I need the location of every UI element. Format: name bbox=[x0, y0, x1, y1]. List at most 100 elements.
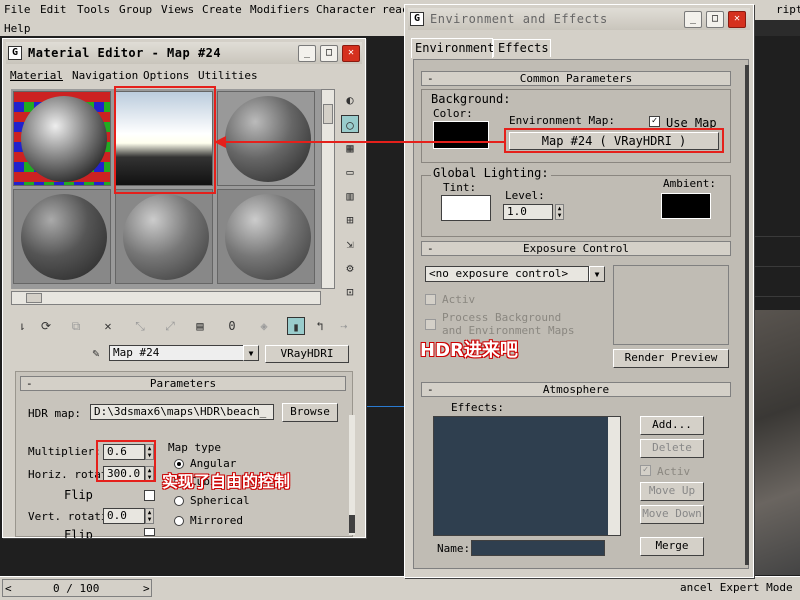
menu-tools[interactable]: Tools bbox=[77, 3, 110, 16]
menu-character[interactable]: Character bbox=[316, 3, 376, 16]
common-parameters-title: Common Parameters bbox=[519, 72, 633, 85]
material-editor-titlebar[interactable]: G Material Editor - Map #24 _ □ ✕ bbox=[6, 42, 362, 64]
effects-list-scrollbar[interactable] bbox=[608, 417, 620, 535]
env-effects-title: Environment and Effects bbox=[430, 12, 608, 26]
add-effect-button[interactable]: Add... bbox=[640, 416, 704, 435]
sample-uv-tiling-icon[interactable]: ▭ bbox=[341, 163, 359, 181]
level-field[interactable]: 1.0 bbox=[503, 204, 553, 220]
scroll-thumb-h[interactable] bbox=[26, 293, 42, 303]
put-material-icon[interactable]: ⟳ bbox=[37, 317, 55, 335]
exposure-dropdown-arrow-icon[interactable]: ▼ bbox=[589, 266, 605, 282]
time-slider[interactable]: < 0 / 100 > bbox=[2, 579, 152, 597]
map-type-spherical-radio[interactable] bbox=[174, 496, 184, 506]
merge-button[interactable]: Merge bbox=[640, 537, 704, 556]
flip-vertical-label: Flip bbox=[64, 528, 93, 538]
sample-horizontal-scrollbar[interactable] bbox=[11, 291, 321, 305]
env-effects-titlebar[interactable]: G Environment and Effects _ □ ✕ bbox=[408, 8, 750, 30]
time-slider-right-icon[interactable]: > bbox=[143, 582, 150, 595]
menu-navigation[interactable]: Navigation bbox=[72, 69, 138, 82]
ambient-color-swatch[interactable] bbox=[661, 193, 711, 219]
minimize-icon[interactable]: _ bbox=[298, 45, 316, 62]
go-forward-sibling-icon[interactable]: ⇢ bbox=[335, 317, 353, 335]
sample-slot-1[interactable] bbox=[13, 91, 111, 186]
reset-map-icon[interactable]: ✕ bbox=[99, 317, 117, 335]
use-map-checkbox[interactable]: ✓ bbox=[649, 116, 660, 127]
menu-views[interactable]: Views bbox=[161, 3, 194, 16]
make-unique-icon[interactable]: ⤢ bbox=[161, 317, 179, 335]
move-up-button[interactable]: Move Up bbox=[640, 482, 704, 501]
env-panel-scrollbar[interactable] bbox=[745, 65, 749, 565]
go-to-parent-icon[interactable]: ↰ bbox=[311, 317, 329, 335]
map-name-field[interactable]: Map #24 bbox=[109, 345, 259, 361]
atmosphere-title: Atmosphere bbox=[542, 383, 610, 396]
exposure-preview bbox=[613, 265, 729, 345]
map-type-mirrored-radio[interactable] bbox=[174, 516, 184, 526]
make-preview-icon[interactable]: ⊞ bbox=[341, 211, 359, 229]
menu-options[interactable]: Options bbox=[143, 69, 189, 82]
vert-rotation-spinner[interactable]: ▲ ▼ bbox=[145, 508, 154, 524]
tint-color-swatch[interactable] bbox=[441, 195, 491, 221]
menu-file[interactable]: File bbox=[4, 3, 31, 16]
sample-type-icon[interactable]: ◐ bbox=[341, 91, 359, 109]
sample-slot-4[interactable] bbox=[13, 189, 111, 284]
flip-horizontal-label: Flip bbox=[64, 488, 93, 502]
flip-horizontal-checkbox[interactable] bbox=[144, 490, 155, 501]
common-parameters-header[interactable]: - Common Parameters bbox=[421, 71, 731, 86]
level-spinner[interactable]: ▲ ▼ bbox=[555, 204, 564, 220]
make-copy-icon[interactable]: ⤡ bbox=[131, 317, 149, 335]
vert-rotation-field[interactable]: 0.0 bbox=[103, 508, 145, 524]
menu-edit[interactable]: Edit bbox=[40, 3, 67, 16]
sample-slot-5[interactable] bbox=[115, 189, 213, 284]
minimize-icon[interactable]: _ bbox=[684, 11, 702, 28]
render-preview-button[interactable]: Render Preview bbox=[613, 349, 729, 368]
material-map-navigator-icon[interactable]: ⊡ bbox=[341, 283, 359, 301]
menu-maxscript[interactable]: ript bbox=[776, 3, 800, 16]
select-by-material-icon[interactable]: ⚙ bbox=[341, 259, 359, 277]
menu-help[interactable]: Help bbox=[4, 22, 31, 35]
show-end-result-icon[interactable]: ▮ bbox=[287, 317, 305, 335]
tab-environment[interactable]: Environment bbox=[411, 38, 494, 58]
maximize-icon[interactable]: □ bbox=[320, 45, 338, 62]
parameters-scrollbar[interactable] bbox=[349, 415, 355, 535]
sample-slot-6[interactable] bbox=[217, 189, 315, 284]
effects-list[interactable] bbox=[433, 416, 621, 536]
sample-vertical-scrollbar[interactable] bbox=[321, 89, 335, 289]
menu-material[interactable]: Material bbox=[10, 69, 63, 82]
hdr-map-path-field[interactable]: D:\3dsmax6\maps\HDR\beach_ bbox=[90, 404, 274, 420]
material-editor-menubar: Material Navigation Options Utilities bbox=[6, 67, 362, 85]
move-down-button[interactable]: Move Down bbox=[640, 505, 704, 524]
atmosphere-header[interactable]: - Atmosphere bbox=[421, 382, 731, 397]
time-slider-left-icon[interactable]: < bbox=[5, 582, 12, 595]
maximize-icon[interactable]: □ bbox=[706, 11, 724, 28]
close-icon[interactable]: ✕ bbox=[728, 11, 746, 28]
parameters-rollout-header[interactable]: - Parameters bbox=[20, 376, 346, 391]
map-type-button[interactable]: VRayHDRI bbox=[265, 345, 349, 363]
level-label: Level: bbox=[505, 189, 545, 202]
map-name-dropdown-icon[interactable]: ▼ bbox=[243, 345, 259, 361]
effect-name-field[interactable] bbox=[471, 540, 605, 556]
get-material-icon[interactable]: ⇂ bbox=[13, 317, 31, 335]
options-icon[interactable]: ⇲ bbox=[341, 235, 359, 253]
menu-create[interactable]: Create bbox=[202, 3, 242, 16]
exposure-control-dropdown[interactable]: <no exposure control> bbox=[425, 266, 589, 282]
assign-material-icon[interactable]: ⧉ bbox=[67, 317, 85, 335]
delete-effect-button[interactable]: Delete bbox=[640, 439, 704, 458]
close-icon[interactable]: ✕ bbox=[342, 45, 360, 62]
menu-modifiers[interactable]: Modifiers bbox=[250, 3, 310, 16]
menu-group[interactable]: Group bbox=[119, 3, 152, 16]
show-map-in-viewport-icon[interactable]: ◈ bbox=[255, 317, 273, 335]
atmosphere-active-checkbox[interactable]: ✓ bbox=[640, 465, 651, 476]
scroll-thumb[interactable] bbox=[323, 104, 333, 124]
menu-utilities[interactable]: Utilities bbox=[198, 69, 258, 82]
exposure-active-checkbox[interactable] bbox=[425, 294, 436, 305]
exposure-control-header[interactable]: - Exposure Control bbox=[421, 241, 731, 256]
put-to-library-icon[interactable]: ▤ bbox=[191, 317, 209, 335]
tab-effects[interactable]: Effects bbox=[493, 39, 551, 57]
process-background-checkbox[interactable] bbox=[425, 319, 436, 330]
video-color-check-icon[interactable]: ▥ bbox=[341, 187, 359, 205]
flip-vertical-checkbox[interactable] bbox=[144, 528, 155, 536]
browse-button[interactable]: Browse bbox=[282, 403, 338, 422]
hdr-map-label: HDR map: bbox=[28, 407, 81, 420]
eyedropper-icon[interactable]: ✎ bbox=[87, 344, 105, 362]
material-effects-channel-icon[interactable]: 0 bbox=[223, 317, 241, 335]
